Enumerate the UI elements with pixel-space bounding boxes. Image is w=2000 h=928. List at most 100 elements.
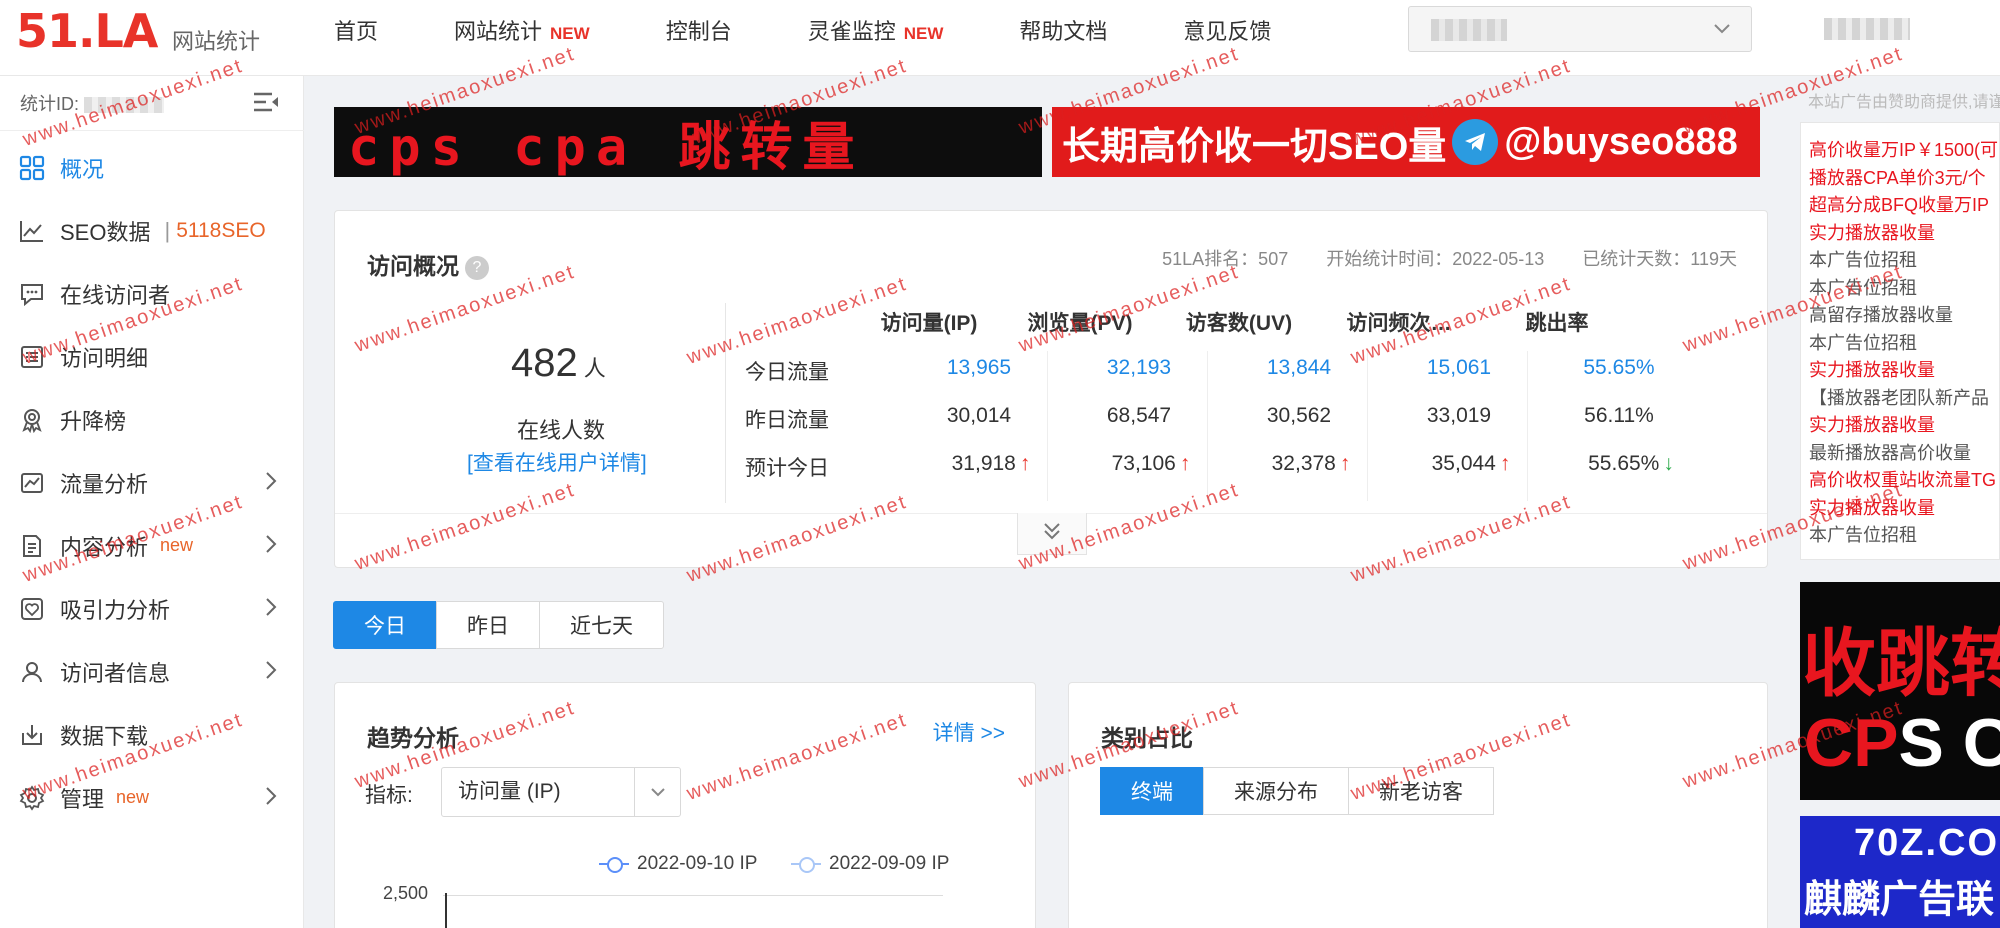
ad-link[interactable]: 实力播放器收量 <box>1809 495 1999 523</box>
metric-label: 指标: <box>365 784 413 807</box>
telegram-icon <box>1452 119 1499 165</box>
row-label-today: 今日流量 <box>745 361 829 384</box>
ad-link[interactable]: 实力播放器收量 <box>1809 357 1999 385</box>
ad-banner-cps[interactable]: cps cpa 跳转量 <box>334 107 1042 177</box>
site-name-redacted <box>1431 19 1507 41</box>
ad-link[interactable]: 本广告位招租 <box>1809 275 1999 303</box>
arrow-up-icon: ↑ <box>1499 452 1511 475</box>
col-header-frequency: 访问频次… <box>1346 312 1452 335</box>
double-chevron-down-icon <box>1041 520 1063 547</box>
today-ip[interactable]: 13,965 <box>904 356 1054 380</box>
ad-link[interactable]: 超高分成BFQ收量万IP <box>1809 192 1999 220</box>
arrow-up-icon: ↑ <box>1019 452 1031 475</box>
overview-card: 访问概况? 51LA排名：507 开始统计时间：2022-05-13 已统计天数… <box>334 210 1768 568</box>
ad-link[interactable]: 本广告位招租 <box>1809 330 1999 358</box>
chevron-right-icon <box>264 784 278 814</box>
sidebar-item-attraction-analysis[interactable]: 吸引力分析 <box>0 577 304 640</box>
site-selector[interactable] <box>1408 6 1752 52</box>
gear-icon <box>18 784 46 812</box>
yesterday-frequency: 33,019 <box>1426 404 1492 427</box>
user-menu[interactable] <box>1824 18 1910 40</box>
col-header-ip: 访问量(IP) <box>880 312 978 335</box>
ad-text-list: 高价收量万IP￥1500(可 播放器CPA单价3元/个 超高分成BFQ收量万IP… <box>1800 122 2000 560</box>
ad-link[interactable]: 【播放器老团队新产品 <box>1809 385 1999 413</box>
yesterday-pv: 68,547 <box>1106 404 1172 427</box>
chevron-down-icon <box>634 768 680 816</box>
sidebar-item-overview[interactable]: 概况 <box>0 136 304 199</box>
sidebar-item-data-download[interactable]: 数据下载 <box>0 703 304 766</box>
ad-banner-seo[interactable]: 长期高价收一切SEO量 @buyseo888 <box>1052 107 1760 177</box>
sidebar-item-visitor-info[interactable]: 访问者信息 <box>0 640 304 703</box>
today-uv[interactable]: 13,844 <box>1224 356 1374 380</box>
col-header-bounce: 跳出率 <box>1525 312 1589 335</box>
tab-today[interactable]: 今日 <box>333 601 437 649</box>
sidebar-item-rankings[interactable]: 升降榜 <box>0 388 304 451</box>
legend-item-current[interactable]: 2022-09-10 IP <box>599 853 757 875</box>
line-chart-icon <box>18 217 46 245</box>
ad-link[interactable]: 播放器CPA单价3元/个 <box>1809 165 1999 193</box>
ad-link[interactable]: 高价收量万IP￥1500(可 <box>1809 137 1999 165</box>
tab-terminal[interactable]: 终端 <box>1100 767 1204 815</box>
ad-banner-redirect[interactable]: 收跳转 CPS CI <box>1800 582 2000 800</box>
new-tag: new <box>116 787 150 807</box>
logo[interactable]: 51.LA <box>16 4 158 58</box>
ad-link[interactable]: 最新播放器高价收量 <box>1809 440 1999 468</box>
chevron-right-icon <box>264 532 278 562</box>
sidebar-item-visit-details[interactable]: 访问明细 <box>0 325 304 388</box>
yesterday-uv: 30,562 <box>1266 404 1332 427</box>
sidebar-item-seo[interactable]: SEO数据 | 5118SEO <box>0 199 304 262</box>
tab-source[interactable]: 来源分布 <box>1203 767 1349 815</box>
sidebar-item-manage[interactable]: 管理 new <box>0 766 304 829</box>
online-users-link[interactable]: [查看在线用户详情] <box>467 447 647 477</box>
nav-site-stats[interactable]: 网站统计 NEW <box>454 14 590 46</box>
chevron-down-icon <box>1711 17 1733 44</box>
ad-link[interactable]: 高留存播放器收量 <box>1809 302 1999 330</box>
forecast-uv: 32,378 ↑ <box>1271 452 1351 475</box>
sidebar-menu: 概况 SEO数据 | 5118SEO 在线访问者 访问明细 升降榜 流量分析 内容分… <box>0 136 304 829</box>
ad-link[interactable]: 本广告位招租 <box>1809 522 1999 550</box>
col-header-uv: 访客数(UV) <box>1185 312 1293 335</box>
today-frequency[interactable]: 15,061 <box>1384 356 1534 380</box>
sidebar-item-traffic-analysis[interactable]: 流量分析 <box>0 451 304 514</box>
nav-help-docs[interactable]: 帮助文档 <box>1019 14 1107 46</box>
ad-banner-qilin[interactable]: 70Z.CO 麒麟广告联 <box>1800 816 2000 928</box>
day-range-tabs: 今日 昨日 近七天 <box>333 601 664 649</box>
expand-button[interactable] <box>1017 513 1087 555</box>
tab-new-returning[interactable]: 新老访客 <box>1348 767 1494 815</box>
today-pv[interactable]: 32,193 <box>1064 356 1214 380</box>
tab-last-7-days[interactable]: 近七天 <box>539 601 664 649</box>
ad-link[interactable]: 本广告位招租 <box>1809 247 1999 275</box>
ad-link[interactable]: 实力播放器收量 <box>1809 220 1999 248</box>
list-icon <box>18 343 46 371</box>
collapse-menu-icon[interactable] <box>252 90 280 114</box>
nav-feedback[interactable]: 意见反馈 <box>1183 14 1271 46</box>
col-header-pv: 浏览量(PV) <box>1027 312 1133 335</box>
user-icon <box>18 658 46 686</box>
nav-home[interactable]: 首页 <box>334 14 378 46</box>
new-tag: new <box>160 535 194 555</box>
yesterday-bounce: 56.11% <box>1584 404 1654 427</box>
sidebar-item-content-analysis[interactable]: 内容分析 new <box>0 514 304 577</box>
ad-link[interactable]: 高价收权重站收流量TG <box>1809 467 1999 495</box>
arrow-down-icon: ↓ <box>1663 452 1674 475</box>
tab-yesterday[interactable]: 昨日 <box>436 601 540 649</box>
row-label-forecast: 预计今日 <box>745 457 829 480</box>
help-icon[interactable]: ? <box>465 255 489 280</box>
seo-partner-link[interactable]: 5118SEO <box>176 219 266 243</box>
row-label-yesterday: 昨日流量 <box>745 409 829 432</box>
legend-item-previous[interactable]: 2022-09-09 IP <box>791 853 949 875</box>
trend-detail-link[interactable]: 详情 >> <box>933 717 1005 747</box>
yesterday-ip: 30,014 <box>946 404 1012 427</box>
sidebar-item-online-visitors[interactable]: 在线访问者 <box>0 262 304 325</box>
nav-console[interactable]: 控制台 <box>666 14 732 46</box>
forecast-frequency: 35,044 ↑ <box>1431 452 1511 475</box>
nav-monitor[interactable]: 灵雀监控 NEW <box>808 14 944 46</box>
new-badge: NEW <box>550 24 590 43</box>
top-navbar: 51.LA 网站统计 首页 网站统计 NEW 控制台 灵雀监控 NEW 帮助文档 意… <box>0 0 2000 76</box>
download-icon <box>18 721 46 749</box>
medal-icon <box>18 406 46 434</box>
today-bounce[interactable]: 55.65% <box>1544 356 1694 380</box>
chevron-right-icon <box>264 469 278 499</box>
metric-select[interactable]: 访问量 (IP) <box>441 767 681 817</box>
ad-link[interactable]: 实力播放器收量 <box>1809 412 1999 440</box>
